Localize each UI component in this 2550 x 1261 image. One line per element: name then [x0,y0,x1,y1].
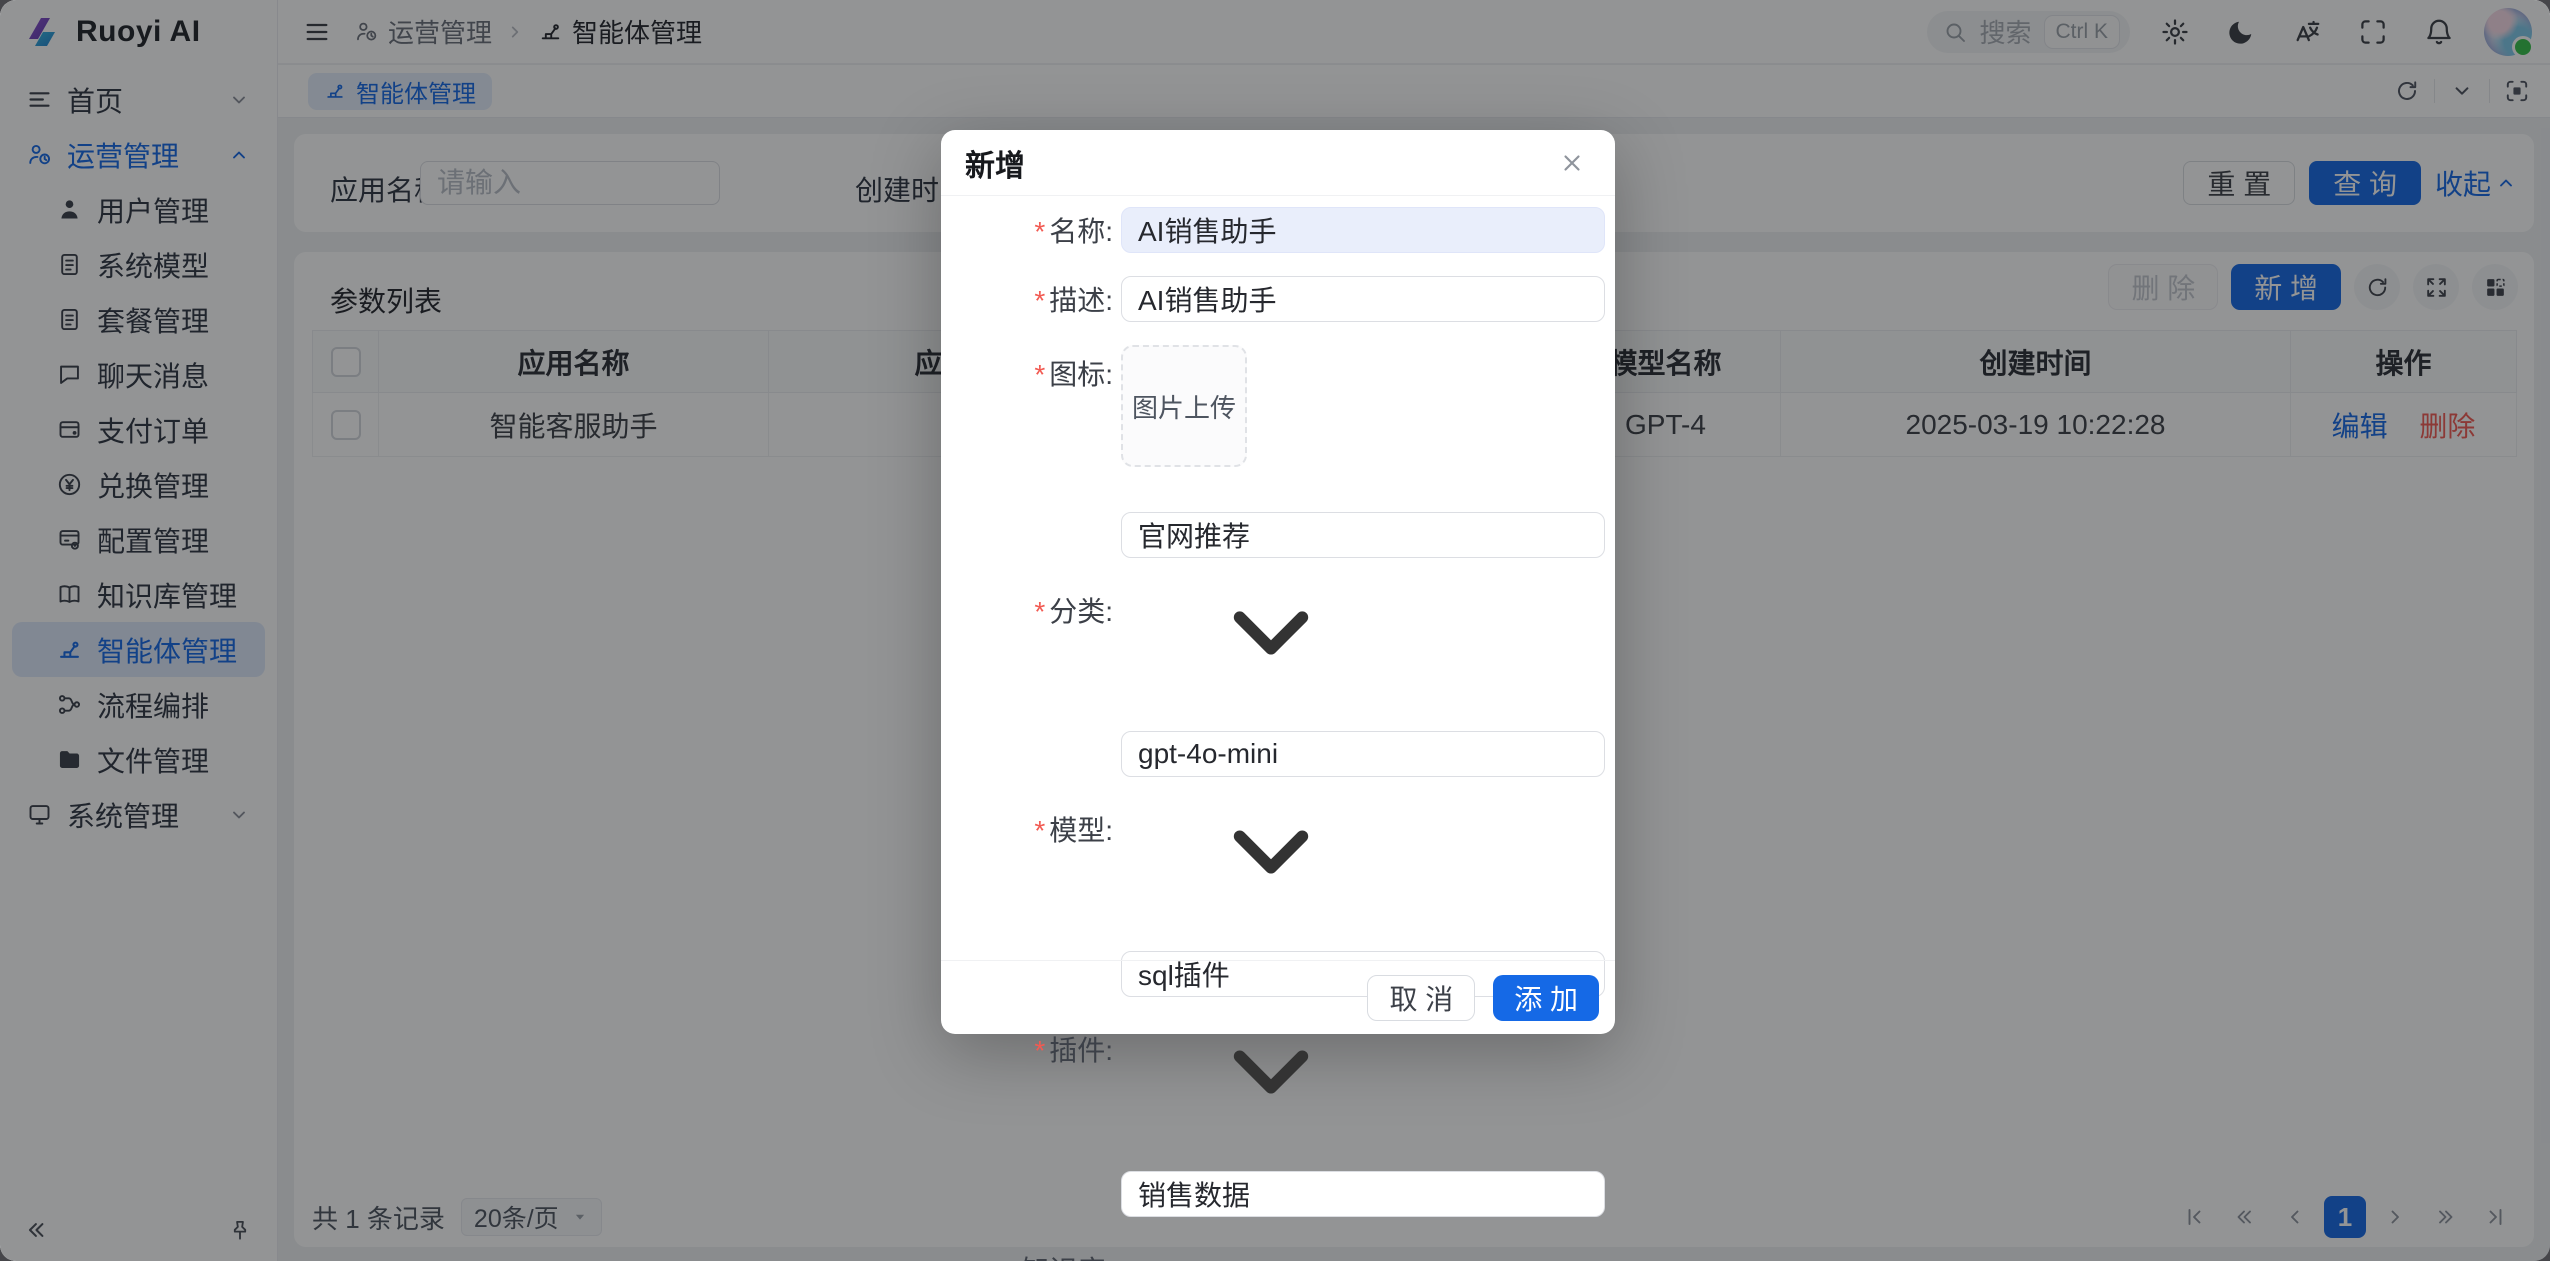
field-description: *描述: [941,276,1615,322]
field-knowledge-base: * 知识库: 销售数据 [941,1171,1615,1261]
required-mark: * [1034,1035,1045,1066]
chevron-down-icon [1121,1217,1421,1261]
plugin-label: 插件: [1049,1035,1113,1066]
name-label: 名称: [1049,216,1113,247]
required-mark: * [1034,216,1045,247]
modal-body: *名称: *描述: *图标: 图片上传 * [941,196,1615,1261]
chevron-down-icon [1121,558,1421,708]
field-category: *分类: 官网推荐 [941,512,1615,708]
icon-label: 图标: [1049,359,1113,390]
required-mark: * [1034,285,1045,316]
chevron-down-icon [1121,777,1421,927]
add-agent-modal: 新增 *名称: *描述: *图标: [941,130,1615,1034]
field-icon: *图标: 图片上传 [941,345,1615,467]
knowledge-value: 销售数据 [1138,1174,1250,1214]
category-select[interactable]: 官网推荐 [1121,512,1605,558]
close-icon [1559,150,1585,176]
knowledge-label: 知识库: [1021,1255,1113,1261]
modal-title: 新增 [965,141,1025,185]
name-input[interactable] [1121,207,1605,253]
modal-header: 新增 [941,130,1615,196]
close-modal-button[interactable] [1553,144,1591,182]
required-mark: * [1034,596,1045,627]
category-value: 官网推荐 [1138,515,1250,555]
model-label: 模型: [1049,815,1113,846]
description-input[interactable] [1121,276,1605,322]
description-label: 描述: [1049,285,1113,316]
modal-footer: 取 消 添 加 [941,960,1615,1034]
required-mark: * [1006,1255,1017,1261]
model-value: gpt-4o-mini [1138,738,1278,770]
image-upload-box[interactable]: 图片上传 [1121,345,1247,467]
model-select[interactable]: gpt-4o-mini [1121,731,1605,777]
required-mark: * [1034,815,1045,846]
upload-text: 图片上传 [1132,388,1236,425]
knowledge-select[interactable]: 销售数据 [1121,1171,1605,1217]
field-name: *名称: [941,207,1615,253]
cancel-button[interactable]: 取 消 [1367,975,1475,1021]
submit-add-button[interactable]: 添 加 [1493,975,1599,1021]
category-label: 分类: [1049,596,1113,627]
required-mark: * [1034,359,1045,390]
app-window: Ruoyi AI 首页 运营管理 用户管理 系统模型 [0,0,2550,1261]
field-model: *模型: gpt-4o-mini [941,731,1615,927]
